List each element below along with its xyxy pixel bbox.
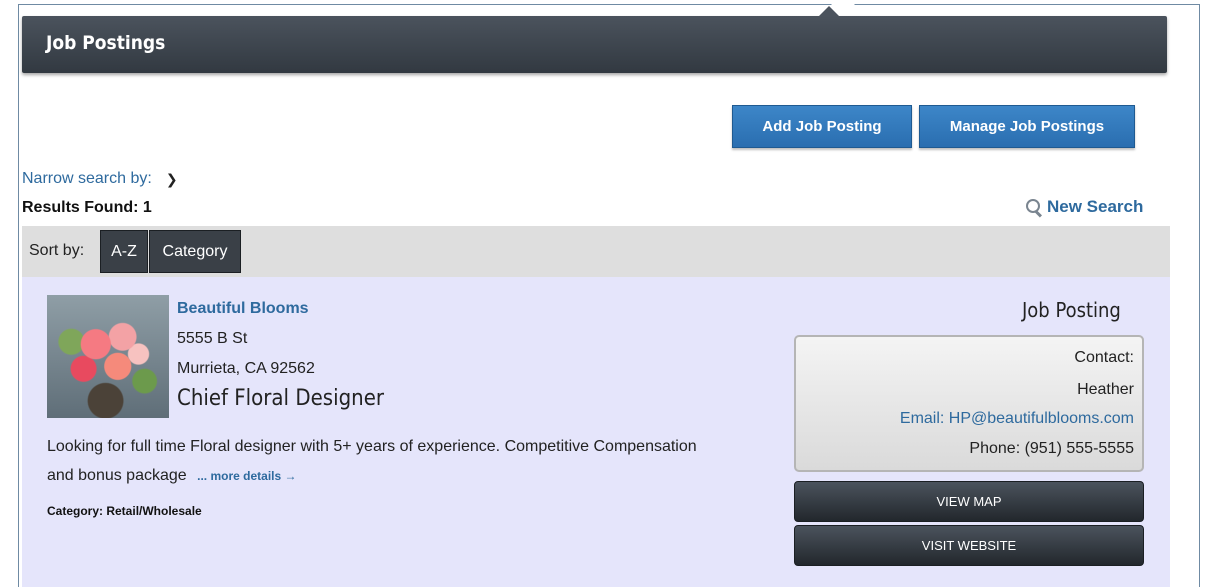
address-line2: Murrieta, CA 92562 [177,360,315,377]
page-header: Job Postings [22,6,1167,73]
new-search-label: New Search [1047,197,1144,216]
address-line1: 5555 B St [177,330,248,347]
job-title: Chief Floral Designer [177,386,385,411]
results-count: Results Found: 1 [22,199,152,216]
job-description-text: Looking for full time Floral designer wi… [47,438,697,484]
contact-box: Contact: Heather Email: HP@beautifulbloo… [794,335,1144,472]
sort-category-button[interactable]: Category [149,230,241,273]
sort-az-button[interactable]: A-Z [100,230,148,273]
sort-label: Sort by: [29,242,85,259]
business-photo [47,295,169,418]
view-map-button[interactable]: VIEW MAP [794,481,1144,522]
add-job-posting-button[interactable]: Add Job Posting [732,105,912,148]
search-icon [1025,198,1043,216]
sort-bar: Sort by: A-Z Category [22,226,1170,277]
contact-phone: Phone: (951) 555-5555 [969,440,1134,457]
chevron-right-icon: ❯ [165,170,178,187]
visit-website-button[interactable]: VISIT WEBSITE [794,525,1144,566]
page-title: Job Postings [46,32,166,54]
contact-name: Heather [1077,381,1134,398]
listing-card: Beautiful Blooms 5555 B St Murrieta, CA … [22,277,1170,587]
narrow-search-toggle[interactable]: Narrow search by: ❯ [22,170,178,188]
contact-label: Contact: [1074,349,1134,366]
business-name-link[interactable]: Beautiful Blooms [177,300,309,318]
more-details-link[interactable]: ... more details → [197,469,296,483]
header-pointer [818,6,840,17]
listing-category: Category: Retail/Wholesale [47,504,202,518]
listing-type-label: Job Posting [1022,298,1121,322]
job-description: Looking for full time Floral designer wi… [47,432,697,491]
manage-job-postings-button[interactable]: Manage Job Postings [919,105,1135,148]
narrow-search-label: Narrow search by: [22,170,152,187]
new-search-link[interactable]: New Search [1025,197,1143,217]
contact-email-link[interactable]: Email: HP@beautifulblooms.com [900,410,1134,428]
